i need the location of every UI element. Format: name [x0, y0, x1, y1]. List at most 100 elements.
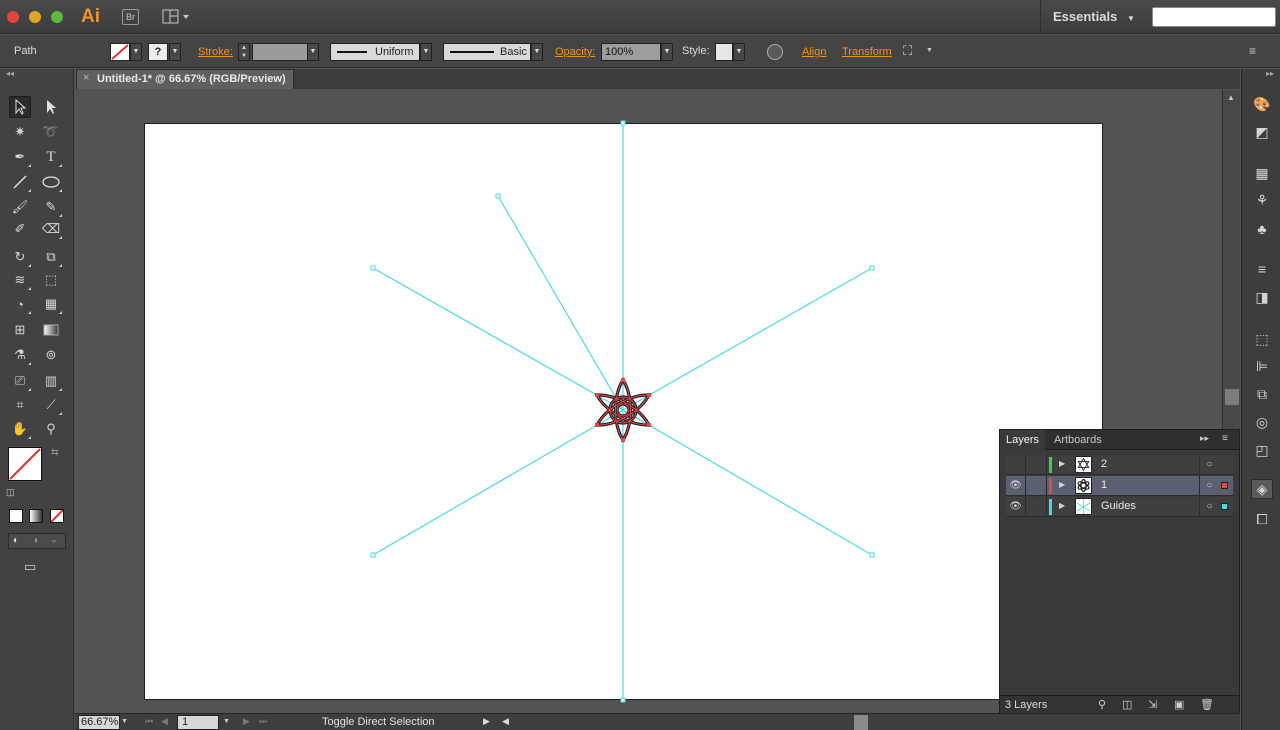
close-window-button[interactable]	[7, 11, 19, 23]
zoom-window-button[interactable]	[51, 11, 63, 23]
guide-upper-right[interactable]	[622, 267, 873, 411]
paintbrush-tool-icon[interactable]: 🖌	[9, 196, 31, 218]
fill-swatch[interactable]	[110, 43, 130, 61]
transparency-icon[interactable]: ◨	[1251, 287, 1273, 307]
eraser-tool-icon[interactable]: ⌫	[40, 218, 62, 240]
pencil-tool-icon[interactable]: ✎	[40, 196, 62, 218]
guide-upper-left[interactable]	[372, 267, 624, 411]
eye-icon[interactable]: 👁	[1006, 497, 1026, 517]
make-clipping-mask-icon[interactable]: ◫	[1122, 698, 1132, 711]
expand-triangle-icon[interactable]: ▶	[1059, 459, 1065, 468]
expand-triangle-icon[interactable]: ▶	[1059, 501, 1065, 510]
slice-tool-icon[interactable]: ⟋	[40, 394, 62, 416]
align-panel-link[interactable]: Align	[802, 46, 826, 58]
lock-toggle[interactable]	[1027, 476, 1047, 496]
type-tool-icon[interactable]: T	[40, 146, 62, 168]
help-search-input[interactable]	[1152, 7, 1276, 27]
fill-dropdown-button[interactable]: ▼	[130, 43, 142, 61]
workspace-switcher[interactable]: Essentials ▼	[1040, 0, 1140, 34]
color-guide-icon[interactable]: 🎨	[1251, 94, 1273, 114]
align-panel-icon[interactable]: ⊫	[1251, 356, 1273, 376]
scale-tool-icon[interactable]: ⧉	[40, 246, 62, 268]
color-mode-button[interactable]	[9, 509, 23, 523]
collapse-panel-icon[interactable]: ▸▸	[1200, 433, 1209, 444]
trash-icon[interactable]: 🗑	[1200, 698, 1214, 711]
selection-indicator[interactable]	[1221, 482, 1228, 489]
none-mode-button[interactable]	[50, 509, 64, 523]
horizontal-scroll-thumb[interactable]	[854, 715, 868, 730]
scroll-left-icon[interactable]: ◀	[502, 716, 509, 727]
symbols-icon[interactable]: ♣	[1251, 219, 1273, 239]
graphic-styles-icon[interactable]: ◰	[1251, 440, 1273, 460]
selection-indicator[interactable]	[1221, 503, 1228, 510]
blob-brush-tool-icon[interactable]: ✐	[9, 218, 31, 240]
tab-layers[interactable]: Layers	[1000, 430, 1046, 450]
eyedropper-tool-icon[interactable]: ⚗	[9, 344, 31, 366]
width-tool-icon[interactable]: ≋	[9, 269, 31, 291]
new-layer-icon[interactable]: ▣	[1174, 698, 1184, 711]
draw-inside-icon[interactable]: ◒	[51, 535, 57, 546]
status-menu-icon[interactable]: ▶	[483, 716, 490, 727]
guide-lower-left[interactable]	[372, 409, 624, 556]
control-panel-menu-icon[interactable]: ≡	[1249, 44, 1256, 58]
layer-row[interactable]: 👁 ▶ 1 ○	[1006, 476, 1233, 496]
magic-wand-tool-icon[interactable]: ✷	[9, 121, 31, 143]
pathfinder-icon[interactable]: ⧉	[1251, 384, 1273, 404]
graphic-style-swatch[interactable]	[715, 43, 733, 61]
recolor-artwork-icon[interactable]	[767, 44, 783, 60]
layers-panel-icon[interactable]: ◈	[1251, 479, 1273, 499]
last-artboard-icon[interactable]: ⏭	[259, 716, 267, 727]
draw-normal-icon[interactable]: ◐	[13, 535, 19, 546]
brushes-icon[interactable]: ⚘	[1251, 190, 1273, 210]
stroke-weight-stepper[interactable]: ▲ ▼	[238, 43, 250, 61]
guide-upper-left-steep[interactable]	[497, 195, 624, 411]
direct-selection-tool-icon[interactable]	[40, 96, 62, 118]
eye-icon[interactable]: 👁	[1006, 476, 1026, 496]
appearance-icon[interactable]: ◎	[1251, 412, 1273, 432]
expand-triangle-icon[interactable]: ▶	[1059, 480, 1065, 489]
panel-menu-icon[interactable]: ≡	[1222, 433, 1228, 444]
swap-fill-stroke-icon[interactable]: ⇆	[51, 447, 59, 458]
artboards-panel-icon[interactable]: ⧠	[1251, 509, 1273, 529]
hand-tool-icon[interactable]: ✋	[9, 418, 31, 440]
artboard-dropdown-icon[interactable]: ▼	[223, 718, 230, 725]
opacity-panel-link[interactable]: Opacity:	[555, 46, 595, 58]
new-sublayer-icon[interactable]: ⇲	[1148, 698, 1157, 711]
transform-panel-link[interactable]: Transform	[842, 46, 892, 58]
draw-behind-icon[interactable]: ◑	[32, 535, 38, 546]
tool-status-text[interactable]: Toggle Direct Selection	[322, 716, 435, 728]
artboard-number-field[interactable]: 1	[177, 715, 219, 730]
bridge-button[interactable]: Br	[122, 9, 139, 25]
pen-tool-icon[interactable]: ✒	[9, 146, 31, 168]
ellipse-tool-icon[interactable]	[40, 171, 62, 193]
free-transform-tool-icon[interactable]: ⬚	[40, 269, 62, 291]
arrange-documents-button[interactable]	[162, 9, 190, 25]
layer-name[interactable]: 1	[1101, 479, 1107, 491]
guide-lower-right[interactable]	[622, 409, 873, 556]
layer-name[interactable]: 2	[1101, 458, 1107, 470]
screen-mode-icon[interactable]: ▭	[24, 559, 36, 575]
artboard-tool-icon[interactable]: ⌗	[9, 394, 31, 416]
next-artboard-icon[interactable]: ▶	[243, 716, 250, 727]
opacity-dropdown[interactable]: ▼	[661, 43, 673, 61]
lock-toggle[interactable]	[1027, 455, 1047, 475]
tab-artboards[interactable]: Artboards	[1048, 430, 1108, 450]
close-tab-icon[interactable]: ×	[83, 72, 89, 84]
minimize-window-button[interactable]	[29, 11, 41, 23]
stroke-panel-link[interactable]: Stroke:	[198, 46, 233, 58]
vertical-scroll-thumb[interactable]	[1225, 389, 1239, 405]
brush-definition[interactable]: Basic	[443, 43, 531, 61]
gradient-panel-icon[interactable]: ◩	[1251, 122, 1273, 142]
stroke-swatch[interactable]: ?	[148, 43, 168, 61]
gradient-tool-icon[interactable]	[40, 319, 62, 341]
layer-name[interactable]: Guides	[1101, 500, 1136, 512]
layer-row[interactable]: ▶ 2 ○	[1006, 455, 1233, 475]
perspective-grid-tool-icon[interactable]: ▦	[40, 293, 62, 315]
visibility-toggle[interactable]	[1006, 455, 1026, 475]
transform-panel-icon[interactable]: ⬚	[1251, 329, 1273, 349]
target-circle-icon[interactable]: ○	[1199, 476, 1219, 496]
stroke-dropdown-button[interactable]: ▼	[169, 43, 181, 61]
stroke-weight-field[interactable]	[252, 43, 308, 61]
locate-object-icon[interactable]: ⚲	[1098, 698, 1106, 711]
zoom-tool-icon[interactable]: ⚲	[40, 418, 62, 440]
